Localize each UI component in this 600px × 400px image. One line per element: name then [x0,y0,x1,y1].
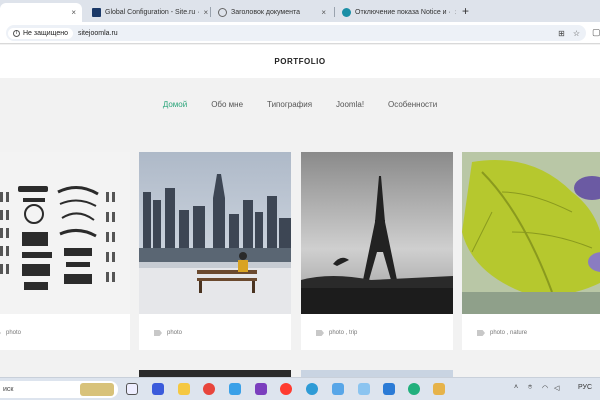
extensions-icon[interactable]: ▢ [592,27,600,38]
card-image-eiffel-tower[interactable] [301,152,453,314]
site-logo[interactable]: PORTFOLIO [0,45,600,78]
tab-separator [334,7,335,17]
volume-icon[interactable]: ◁ [554,384,559,392]
yandex-browser-icon[interactable] [280,383,292,395]
tab-separator [210,7,211,17]
app-icon[interactable] [152,383,164,395]
card-tags: photo , nature [477,330,527,336]
tab-document-title[interactable]: Заголовок документа × [212,3,332,22]
app-icon[interactable] [358,383,370,395]
tab-label: Заголовок документа [231,9,300,16]
portfolio-grid: photo photo photo , trip photo , nature [0,152,600,352]
url-text[interactable]: sitejoomla.ru [78,30,118,37]
card-tags: photo , trip [316,330,357,336]
tag-text[interactable]: photo [167,330,182,336]
taskbar-search[interactable]: иск [0,381,118,398]
language-indicator[interactable]: РУС [578,384,592,391]
card-tags: photo [154,330,182,336]
app-icon[interactable] [408,383,420,395]
portfolio-card[interactable]: photo , nature [462,152,600,350]
security-indicator[interactable]: i Не защищено [8,27,73,39]
tab-notice[interactable]: Отключение показа Notice и · × [336,3,456,22]
tag-text[interactable]: photo [6,330,21,336]
globe-icon [218,8,227,17]
card-image-typewriter[interactable] [0,152,130,314]
portfolio-card[interactable]: photo [0,152,130,350]
info-icon: i [13,29,20,37]
tag-icon [0,330,1,336]
tag-text[interactable]: photo , trip [329,330,357,336]
task-view-icon[interactable] [126,383,138,395]
bookmark-star-icon[interactable]: ☆ [573,29,580,38]
main-menu: Домой Обо мне Типография Joomla! Особенн… [0,100,600,116]
site-header: PORTFOLIO [0,45,600,78]
translate-icon[interactable]: ⊞ [558,29,565,38]
chrome-icon[interactable] [203,383,215,395]
menu-item-about[interactable]: Обо мне [211,100,243,116]
omnibox[interactable]: i Не защищено sitejoomla.ru ⊞ ☆ [6,25,586,41]
visual-studio-icon[interactable] [255,383,267,395]
tag-icon [477,330,485,336]
security-label: Не защищено [23,29,68,37]
menu-item-typography[interactable]: Типография [267,100,312,116]
tab-active[interactable]: × [0,3,82,22]
app-icon[interactable] [383,383,395,395]
card-image-city-skyline[interactable] [139,152,291,314]
chevron-up-icon[interactable]: ˄ [514,384,518,391]
tag-icon [316,330,324,336]
menu-item-features[interactable]: Особенности [388,100,437,116]
edge-icon[interactable] [306,383,318,395]
app-icon[interactable] [229,383,241,395]
search-highlight-icon [80,383,114,396]
network-icon[interactable]: ⌾ [528,384,532,392]
new-tab-button[interactable]: + [462,4,469,18]
menu-item-joomla[interactable]: Joomla! [336,100,364,116]
close-icon[interactable]: × [204,8,208,17]
close-icon[interactable]: × [455,8,456,17]
app-icon[interactable] [433,383,445,395]
joomla-icon [92,8,101,17]
menu-item-home[interactable]: Домой [163,100,187,116]
close-icon[interactable]: × [321,8,326,17]
file-explorer-icon[interactable] [178,383,190,395]
tag-icon [154,330,162,336]
search-text: иск [3,386,14,393]
portfolio-card[interactable]: photo [139,152,291,350]
site-icon [342,8,351,17]
close-icon[interactable]: × [71,8,76,17]
card-image-green-leaf[interactable] [462,152,600,314]
app-icon[interactable] [332,383,344,395]
address-bar: i Не защищено sitejoomla.ru ⊞ ☆ ▢ [0,22,600,44]
tab-label: Отключение показа Notice и · [355,9,451,16]
browser-tab-bar: × Global Configuration - Site.ru · × Заг… [0,0,600,22]
tab-global-configuration[interactable]: Global Configuration - Site.ru · × [86,3,208,22]
wifi-icon[interactable]: ◠ [542,384,548,392]
tab-label: Global Configuration - Site.ru · [105,9,200,16]
tag-text[interactable]: photo , nature [490,330,527,336]
card-tags: photo [0,330,21,336]
portfolio-card[interactable]: photo , trip [301,152,453,350]
taskbar: иск ˄ ⌾ ◠ ◁ РУС [0,377,600,400]
